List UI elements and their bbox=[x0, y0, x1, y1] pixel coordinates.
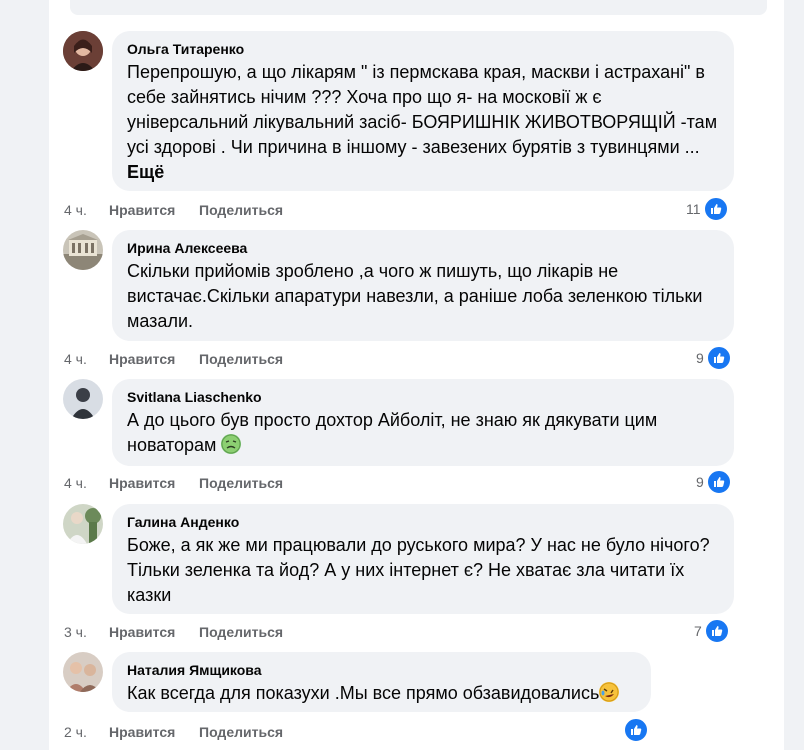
thumbs-up-icon bbox=[704, 619, 729, 643]
comment-author[interactable]: Галина Анденко bbox=[127, 513, 720, 531]
reaction-summary[interactable]: 9 bbox=[696, 346, 731, 370]
comment-bubble: Svitlana Liaschenko А до цього був прост… bbox=[112, 379, 734, 466]
rolling-on-floor-laughing-icon bbox=[599, 682, 620, 702]
comment-timestamp[interactable]: 3 ч. bbox=[64, 623, 109, 641]
comment-text: Скільки прийомів зроблено ,а чого ж пишу… bbox=[127, 261, 703, 331]
comment-text: Боже, а як же ми працювали до руського м… bbox=[127, 535, 710, 605]
comment-timestamp[interactable]: 4 ч. bbox=[64, 350, 109, 368]
comment-author[interactable]: Наталия Ямщикова bbox=[127, 661, 637, 679]
right-page-gutter bbox=[784, 0, 804, 750]
reaction-summary[interactable]: 9 bbox=[696, 470, 731, 494]
like-button[interactable]: Нравится bbox=[109, 623, 199, 641]
share-button[interactable]: Поделиться bbox=[199, 474, 283, 492]
comment-text: Перепрошую, а що лікарям " із пермскава … bbox=[127, 62, 718, 182]
reaction-count: 7 bbox=[694, 623, 702, 639]
nauseated-face-icon bbox=[221, 434, 242, 454]
like-button[interactable]: Нравится bbox=[109, 723, 199, 741]
like-button[interactable]: Нравится bbox=[109, 201, 199, 219]
comment-timestamp[interactable]: 4 ч. bbox=[64, 474, 109, 492]
comment-timestamp[interactable]: 4 ч. bbox=[64, 201, 109, 219]
reaction-summary[interactable] bbox=[624, 718, 648, 742]
like-button[interactable]: Нравится bbox=[109, 350, 199, 368]
avatar[interactable] bbox=[63, 652, 103, 692]
share-button[interactable]: Поделиться bbox=[199, 201, 283, 219]
share-button[interactable]: Поделиться bbox=[199, 350, 283, 368]
reaction-count: 11 bbox=[686, 201, 701, 217]
comment-author[interactable]: Ирина Алексеева bbox=[127, 239, 720, 257]
share-button[interactable]: Поделиться bbox=[199, 623, 283, 641]
left-page-gutter bbox=[0, 0, 49, 750]
see-more-link[interactable]: Ещё bbox=[127, 162, 164, 182]
reaction-summary[interactable]: 7 bbox=[694, 619, 729, 643]
previous-content-strip bbox=[70, 0, 767, 15]
comment-bubble: Ольга Титаренко Перепрошую, а що лікарям… bbox=[112, 31, 734, 191]
comment-actions: 4 ч. Нравится Поделиться bbox=[64, 474, 283, 492]
comment-actions: 2 ч. Нравится Поделиться bbox=[64, 723, 283, 741]
avatar[interactable] bbox=[63, 230, 103, 270]
avatar[interactable] bbox=[63, 31, 103, 71]
comment-author[interactable]: Svitlana Liaschenko bbox=[127, 388, 720, 406]
reaction-count: 9 bbox=[696, 350, 704, 366]
avatar[interactable] bbox=[63, 504, 103, 544]
thumbs-up-icon bbox=[706, 470, 731, 494]
reaction-summary[interactable]: 11 bbox=[686, 197, 728, 221]
comment-text: А до цього був просто дохтор Айболіт, не… bbox=[127, 410, 658, 455]
comment-timestamp[interactable]: 2 ч. bbox=[64, 723, 109, 741]
reaction-count: 9 bbox=[696, 474, 704, 490]
comment-actions: 4 ч. Нравится Поделиться bbox=[64, 350, 283, 368]
comment-bubble: Ирина Алексеева Скільки прийомів зроблен… bbox=[112, 230, 734, 341]
thumbs-up-icon bbox=[703, 197, 728, 221]
like-button[interactable]: Нравится bbox=[109, 474, 199, 492]
comment-text: Как всегда для показухи .Мы все прямо об… bbox=[127, 681, 637, 706]
thumbs-up-icon bbox=[706, 346, 731, 370]
comment-bubble: Галина Анденко Боже, а як же ми працювал… bbox=[112, 504, 734, 614]
comment-author[interactable]: Ольга Титаренко bbox=[127, 40, 720, 58]
share-button[interactable]: Поделиться bbox=[199, 723, 283, 741]
comment-actions: 3 ч. Нравится Поделиться bbox=[64, 623, 283, 641]
comment-bubble: Наталия Ямщикова Как всегда для показухи… bbox=[112, 652, 651, 712]
thumbs-up-icon bbox=[624, 718, 648, 742]
comment-actions: 4 ч. Нравится Поделиться bbox=[64, 201, 283, 219]
avatar[interactable] bbox=[63, 379, 103, 419]
